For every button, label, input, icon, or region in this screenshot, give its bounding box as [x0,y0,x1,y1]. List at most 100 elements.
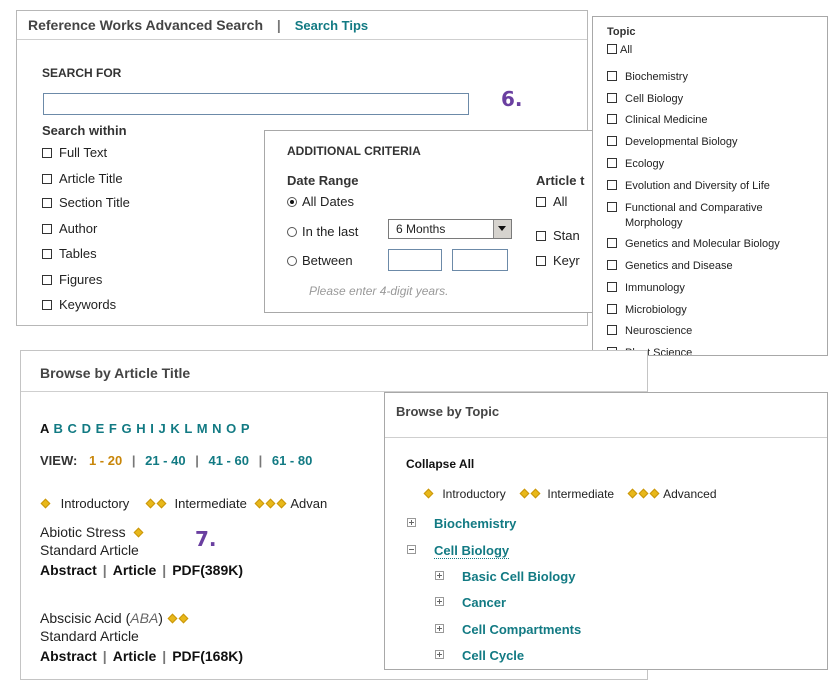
letter-link[interactable]: B [54,421,64,436]
checkbox-icon[interactable] [607,238,617,249]
letter-link[interactable]: P [241,421,250,436]
checkbox-icon[interactable] [607,93,617,104]
letter-link[interactable]: E [96,421,105,436]
letter-link[interactable]: J [158,421,166,436]
letter-link[interactable]: F [109,421,117,436]
expand-icon[interactable] [435,650,444,659]
tree-node-basic-cell-biology[interactable]: Basic Cell Biology [435,569,575,584]
letter-link[interactable]: A [40,421,49,436]
range-link-active[interactable]: 1 - 20 [89,453,122,468]
checkbox-icon[interactable] [607,114,617,125]
tree-node-biochemistry[interactable]: Biochemistry [407,516,516,531]
letter-link[interactable]: L [184,421,192,436]
search-tips-link[interactable]: Search Tips [295,18,368,33]
checkbox-icon[interactable] [42,197,52,208]
topic-item[interactable]: Developmental Biology [607,136,738,148]
topic-item[interactable]: Neuroscience [607,325,692,337]
range-link[interactable]: 41 - 60 [208,453,248,468]
letter-link[interactable]: N [212,421,222,436]
letter-link[interactable]: H [136,421,146,436]
checkbox-icon[interactable] [42,173,52,184]
search-input[interactable] [43,93,469,115]
checkbox-tables[interactable]: Tables [42,246,97,261]
checkbox-icon[interactable] [42,147,52,158]
topic-item[interactable]: Evolution and Diversity of Life [607,180,770,192]
range-link[interactable]: 21 - 40 [145,453,185,468]
pdf-link[interactable]: PDF(168K) [172,648,243,664]
checkbox-icon[interactable] [42,274,52,285]
topic-item[interactable]: Biochemistry [607,71,688,83]
article-title[interactable]: Abscisic Acid (ABA) [40,610,189,626]
radio-icon[interactable] [287,255,297,266]
checkbox-article-keyr[interactable]: Keyr [536,253,580,268]
checkbox-icon[interactable] [536,255,546,266]
collapse-all-link[interactable]: Collapse All [406,457,474,471]
topic-item[interactable]: Immunology [607,282,685,294]
checkbox-full-text[interactable]: Full Text [42,145,107,160]
checkbox-figures[interactable]: Figures [42,272,102,287]
expand-icon[interactable] [407,518,416,527]
checkbox-icon[interactable] [536,230,546,241]
abstract-link[interactable]: Abstract [40,562,97,578]
chevron-down-icon[interactable] [493,220,511,238]
topic-item[interactable]: Ecology [607,158,664,170]
checkbox-section-title[interactable]: Section Title [42,195,130,210]
radio-all-dates[interactable]: All Dates [287,194,354,209]
letter-link[interactable]: G [121,421,132,436]
article-link[interactable]: Article [113,562,157,578]
radio-icon[interactable] [287,196,297,207]
period-select[interactable]: 6 Months [388,219,512,239]
letter-link[interactable]: D [82,421,92,436]
topic-item[interactable]: Genetics and Molecular Biology [607,238,780,250]
checkbox-icon[interactable] [607,180,617,191]
range-link[interactable]: 61 - 80 [272,453,312,468]
checkbox-icon[interactable] [536,196,546,207]
collapse-icon[interactable] [407,545,416,554]
checkbox-icon[interactable] [607,202,617,213]
abstract-link[interactable]: Abstract [40,648,97,664]
tree-node-cancer[interactable]: Cancer [435,595,506,610]
checkbox-icon[interactable] [607,260,617,271]
year-to-input[interactable] [452,249,508,271]
pdf-link[interactable]: PDF(389K) [172,562,243,578]
checkbox-article-standard[interactable]: Stan [536,228,580,243]
letter-link[interactable]: O [226,421,237,436]
letter-link[interactable]: M [197,421,208,436]
tree-node-cell-cycle[interactable]: Cell Cycle [435,648,524,663]
checkbox-icon[interactable] [607,44,617,55]
article-link[interactable]: Article [113,648,157,664]
checkbox-icon[interactable] [42,248,52,259]
checkbox-icon[interactable] [607,71,617,82]
topic-item[interactable]: Cell Biology [607,93,683,105]
radio-in-the-last[interactable]: In the last [287,224,358,239]
checkbox-keywords[interactable]: Keywords [42,297,116,312]
topic-item[interactable]: Functional and Comparative [607,202,763,214]
topic-item[interactable]: Genetics and Disease [607,260,733,272]
checkbox-icon[interactable] [42,299,52,310]
expand-icon[interactable] [435,624,444,633]
checkbox-icon[interactable] [607,325,617,336]
checkbox-icon[interactable] [42,223,52,234]
letter-link[interactable]: C [68,421,78,436]
tree-node-cell-biology[interactable]: Cell Biology [407,543,510,559]
topic-item[interactable]: Microbiology [607,304,687,316]
checkbox-article-title[interactable]: Article Title [42,171,123,186]
checkbox-article-all[interactable]: All [536,194,567,209]
expand-icon[interactable] [435,571,444,580]
introductory-diamond-icon [40,498,51,509]
tree-node-cell-compartments[interactable]: Cell Compartments [435,622,581,637]
topic-item[interactable]: Clinical Medicine [607,114,708,126]
checkbox-icon[interactable] [607,136,617,147]
letter-link[interactable]: K [170,421,180,436]
letter-link[interactable]: I [150,421,154,436]
expand-icon[interactable] [435,597,444,606]
radio-between[interactable]: Between [287,253,353,268]
checkbox-icon[interactable] [607,304,617,315]
checkbox-icon[interactable] [607,282,617,293]
radio-icon[interactable] [287,226,297,237]
checkbox-icon[interactable] [607,158,617,169]
checkbox-author[interactable]: Author [42,221,97,236]
article-title[interactable]: Abiotic Stress [40,524,144,540]
checkbox-topic-all[interactable]: All [607,44,632,56]
year-from-input[interactable] [388,249,442,271]
